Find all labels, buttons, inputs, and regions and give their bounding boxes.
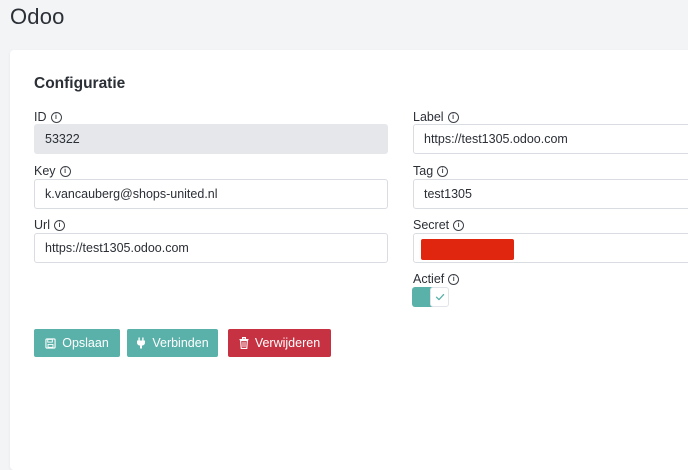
info-circle-icon[interactable]: i <box>448 273 460 285</box>
id-label-wrap: ID i <box>34 109 62 125</box>
info-circle-icon[interactable]: i <box>50 111 62 123</box>
check-icon <box>435 293 444 301</box>
trash-icon <box>239 337 249 349</box>
actief-label: Actief <box>413 272 445 286</box>
label-value: https://test1305.odoo.com <box>424 132 568 146</box>
url-label-wrap: Url i <box>34 217 65 233</box>
tag-label-wrap: Tag i <box>413 163 449 179</box>
secret-label: Secret <box>413 218 450 232</box>
key-value: k.vancauberg@shops-united.nl <box>45 187 218 201</box>
secret-label-wrap: Secret i <box>413 217 465 233</box>
label-label: Label <box>413 110 444 124</box>
tag-value: test1305 <box>424 187 472 201</box>
delete-button[interactable]: Verwijderen <box>228 329 331 357</box>
id-label: ID <box>34 110 47 124</box>
label-input[interactable]: https://test1305.odoo.com <box>413 124 688 154</box>
url-value: https://test1305.odoo.com <box>45 241 189 255</box>
id-value: 53322 <box>45 132 80 146</box>
key-label: Key <box>34 164 56 178</box>
save-button-label: Opslaan <box>62 336 109 350</box>
actief-label-wrap: Actief i <box>413 271 460 287</box>
save-button[interactable]: Opslaan <box>34 329 120 357</box>
floppy-disk-icon <box>45 337 56 349</box>
connect-button-label: Verbinden <box>152 336 209 350</box>
info-circle-icon[interactable]: i <box>453 219 465 231</box>
label-label-wrap: Label i <box>413 109 459 125</box>
info-circle-icon[interactable]: i <box>447 111 459 123</box>
secret-redaction <box>421 239 514 260</box>
plug-icon <box>137 337 146 349</box>
tag-label: Tag <box>413 164 434 178</box>
info-circle-icon[interactable]: i <box>437 165 449 177</box>
connect-button[interactable]: Verbinden <box>127 329 218 357</box>
url-input[interactable]: https://test1305.odoo.com <box>34 233 388 263</box>
tag-input[interactable]: test1305 <box>413 179 688 209</box>
actief-toggle[interactable] <box>412 287 449 307</box>
page-title: Odoo <box>10 4 65 29</box>
card-title: Configuratie <box>34 75 126 92</box>
key-label-wrap: Key i <box>34 163 71 179</box>
url-label: Url <box>34 218 50 232</box>
configuration-card: Configuratie ID i 53322 Key i k.vancaube… <box>10 50 688 470</box>
toggle-knob <box>430 287 449 307</box>
info-circle-icon[interactable]: i <box>59 165 71 177</box>
secret-input[interactable] <box>413 233 688 263</box>
id-field: 53322 <box>34 124 388 154</box>
info-circle-icon[interactable]: i <box>53 219 65 231</box>
delete-button-label: Verwijderen <box>254 336 321 350</box>
key-input[interactable]: k.vancauberg@shops-united.nl <box>34 179 388 209</box>
